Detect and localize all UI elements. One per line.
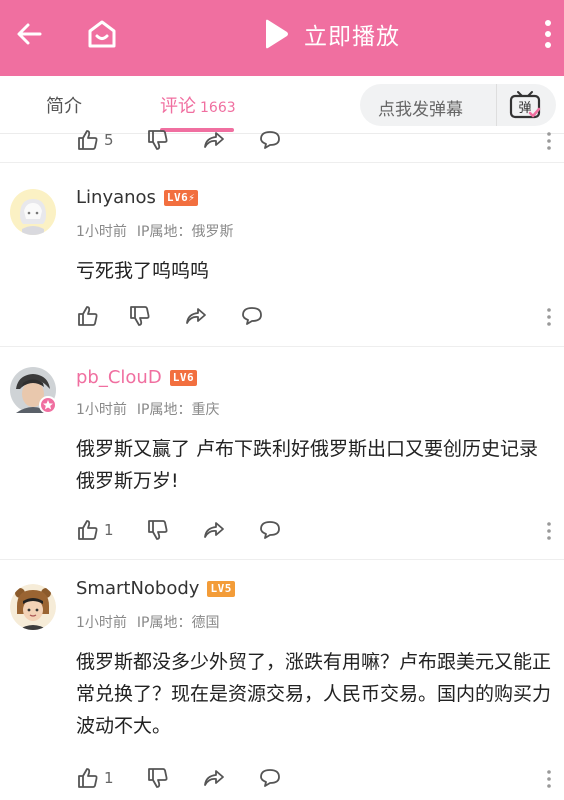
tab-intro[interactable]: 简介 (46, 92, 82, 118)
dislike-button[interactable] (146, 766, 202, 790)
comment-actions (76, 304, 264, 328)
more-vertical-icon[interactable] (540, 18, 556, 50)
username-row: SmartNobody LV5 (76, 578, 235, 599)
avatar[interactable] (10, 189, 56, 235)
comment-actions-partial: 5 (76, 128, 282, 152)
avatar-image (10, 189, 56, 235)
arrow-left-icon[interactable] (14, 18, 46, 50)
danmaku-input[interactable]: 点我发弹幕 弹 (360, 84, 556, 126)
comment-item: pb_ClouD LV6 1小时前 IP属地：重庆 俄罗斯又赢了 卢布下跌利好俄罗… (0, 347, 564, 559)
reply-button[interactable] (258, 128, 282, 152)
chat-bubble-icon (260, 769, 280, 787)
top-bar: 立即播放 (0, 0, 564, 76)
like-count: 1 (104, 521, 114, 539)
share-icon (204, 770, 224, 786)
username-row: pb_ClouD LV6 (76, 367, 198, 388)
thumbs-up-icon (78, 130, 98, 150)
comment-meta: 1小时前 IP属地：俄罗斯 (76, 221, 234, 241)
dislike-button[interactable] (146, 518, 202, 542)
comment-text: 亏死我了呜呜呜 (76, 260, 210, 282)
comment-text: 俄罗斯又赢了 卢布下跌利好俄罗斯出口又要创历史记录 俄罗斯万岁! (76, 438, 539, 492)
username-row: Linyanos LV6⚡ (76, 187, 199, 208)
username[interactable]: Linyanos (76, 187, 156, 208)
level-badge: LV6 (169, 369, 198, 386)
more-options-icon[interactable] (545, 307, 553, 327)
like-button[interactable] (76, 304, 128, 328)
play-now-button[interactable]: 立即播放 (262, 16, 400, 52)
thumbs-down-icon (148, 520, 168, 540)
danmaku-placeholder: 点我发弹幕 (378, 100, 463, 120)
comment-time: 1小时前 (76, 402, 127, 418)
username[interactable]: SmartNobody (76, 578, 199, 599)
share-button[interactable] (202, 128, 258, 152)
like-button[interactable]: 5 (76, 128, 146, 152)
thumbs-down-icon (148, 130, 168, 150)
thumbs-down-icon (148, 768, 168, 788)
thumbs-up-icon (78, 520, 98, 540)
chat-bubble-icon (242, 307, 262, 325)
ip-location: IP属地：重庆 (136, 402, 220, 418)
home-icon[interactable] (84, 16, 120, 52)
share-icon (186, 308, 206, 324)
share-button[interactable] (202, 518, 258, 542)
comment-actions: 1 (76, 518, 282, 542)
chat-bubble-icon (260, 131, 280, 149)
chat-bubble-icon (260, 521, 280, 539)
share-icon (204, 132, 224, 148)
comment-text: 俄罗斯都没多少外贸了，涨跌有用嘛？卢布跟美元又能正常兑换了？现在是资源交易，人民… (76, 651, 552, 737)
like-count: 5 (104, 131, 114, 149)
reply-button[interactable] (258, 766, 282, 790)
danmaku-divider (496, 84, 497, 126)
tab-comments[interactable]: 评论 1663 (160, 92, 236, 118)
comment-count: 1663 (200, 100, 236, 116)
more-options-icon[interactable] (545, 769, 553, 789)
dislike-button[interactable] (128, 304, 184, 328)
avatar[interactable] (10, 367, 57, 414)
thumbs-down-icon (130, 306, 150, 326)
avatar[interactable] (10, 584, 56, 630)
thumbs-up-icon (78, 768, 98, 788)
like-button[interactable]: 1 (76, 518, 146, 542)
like-count: 1 (104, 769, 114, 787)
danmaku-tv-icon[interactable]: 弹 (508, 89, 542, 121)
thumbs-up-icon (78, 306, 98, 326)
play-now-label: 立即播放 (304, 24, 400, 50)
tab-comments-label: 评论 (160, 96, 196, 117)
comment-meta: 1小时前 IP属地：重庆 (76, 399, 220, 419)
more-options-icon[interactable] (545, 131, 553, 151)
share-button[interactable] (202, 766, 258, 790)
ip-location: IP属地：俄罗斯 (136, 224, 234, 240)
reply-button[interactable] (258, 518, 282, 542)
comment-item: SmartNobody LV5 1小时前 IP属地：德国 俄罗斯都没多少外贸了，涨… (0, 560, 564, 800)
comment-meta: 1小时前 IP属地：德国 (76, 612, 220, 632)
ip-location: IP属地：德国 (136, 615, 220, 631)
comment-time: 1小时前 (76, 224, 127, 240)
share-button[interactable] (184, 304, 240, 328)
more-options-icon[interactable] (545, 521, 553, 541)
avatar-image (10, 584, 56, 630)
play-icon (266, 19, 288, 49)
avatar-image (10, 367, 57, 414)
comment-actions: 1 (76, 766, 282, 790)
comment-time: 1小时前 (76, 615, 127, 631)
level-badge: LV6⚡ (163, 189, 199, 206)
tab-bar: 简介 评论 1663 点我发弹幕 弹 (0, 76, 564, 134)
username[interactable]: pb_ClouD (76, 367, 162, 388)
level-badge: LV5 (207, 580, 235, 597)
like-button[interactable]: 1 (76, 766, 146, 790)
reply-button[interactable] (240, 304, 264, 328)
share-icon (204, 522, 224, 538)
comment-item: Linyanos LV6⚡ 1小时前 IP属地：俄罗斯 亏死我了呜呜呜 (0, 163, 564, 345)
dislike-button[interactable] (146, 128, 202, 152)
